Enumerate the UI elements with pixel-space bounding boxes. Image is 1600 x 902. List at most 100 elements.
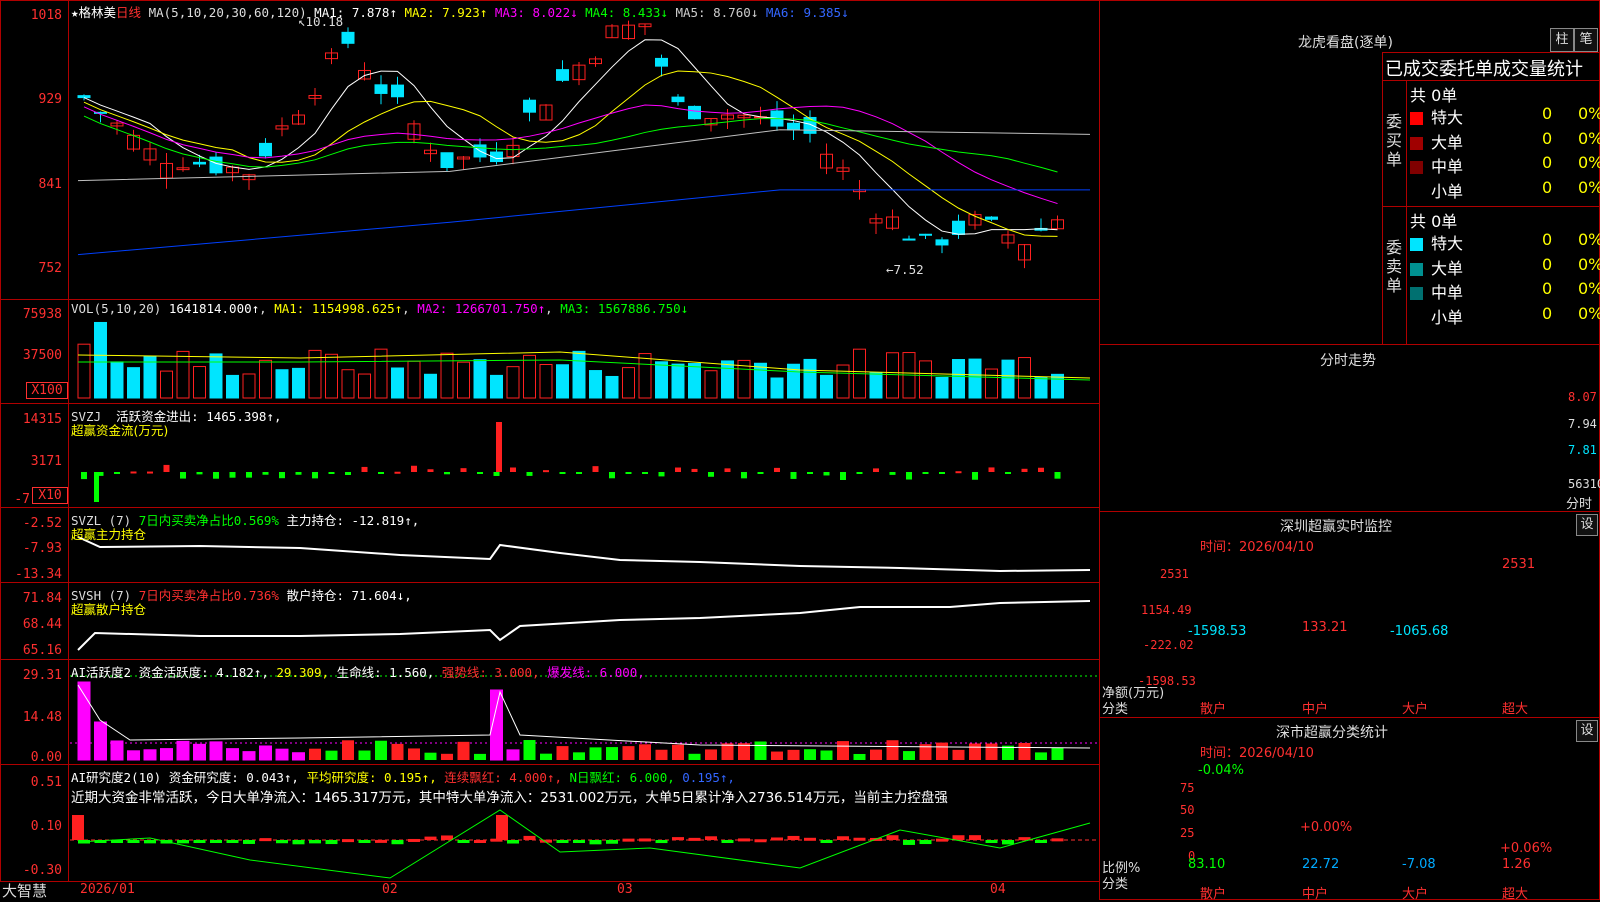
- svzj-bar: [163, 464, 170, 472]
- sc-settings-button[interactable]: 设: [1576, 720, 1598, 742]
- svzj-ytick: 14315: [22, 412, 62, 427]
- research-bar: [342, 839, 354, 843]
- svzj-bar: [856, 472, 863, 474]
- volume-bar: [803, 358, 817, 399]
- volume-bar: [886, 352, 899, 399]
- research-line: [77, 809, 1091, 879]
- vol-ma2: MA2: 1266701.750↑: [417, 301, 546, 316]
- sz-settings-button[interactable]: 设: [1576, 514, 1598, 536]
- ai1-label: AI活跃度2: [71, 665, 132, 680]
- ai2-ytick: 0.51: [30, 775, 62, 790]
- sz-date: 时间：2026/04/10: [1200, 540, 1314, 555]
- volume-bar: [704, 370, 718, 399]
- order-size-label: 大单: [1431, 132, 1464, 152]
- activity-bar: [375, 740, 387, 760]
- svzj-bar: [625, 472, 632, 474]
- svsh-desc2: 散户持仓: 71.604↓,: [286, 588, 412, 603]
- order-size-label: 中单: [1431, 157, 1464, 176]
- research-bar: [721, 840, 734, 843]
- ai1-v5: 爆发线: 6.000,: [547, 665, 645, 680]
- order-count: 0: [1542, 177, 1553, 197]
- order-count: 0: [1542, 153, 1553, 172]
- trade-view-button[interactable]: 笔: [1574, 28, 1598, 52]
- bar-view-button[interactable]: 柱: [1550, 28, 1574, 52]
- intraday-ytick: 7.81: [1568, 443, 1597, 457]
- svsh-sub: 超赢散户持仓: [71, 602, 147, 617]
- order-percent: 0%: [1578, 104, 1600, 123]
- volume-bar: [110, 361, 124, 399]
- volume-bar: [506, 366, 520, 399]
- research-spike: [496, 815, 508, 840]
- sc-change-label: +0.06%: [1500, 841, 1553, 856]
- candle-body: [391, 84, 404, 98]
- volume-bar: [836, 364, 850, 399]
- stock-name[interactable]: 格林美: [79, 5, 117, 20]
- activity-bar: [787, 749, 800, 760]
- svzj-bar: [1005, 472, 1011, 474]
- vol-header: VOL(5,10,20) 1641814.000↑, MA1: 1154998.…: [71, 301, 689, 316]
- chart-canvas[interactable]: [0, 0, 1100, 882]
- svzj-bar: [130, 471, 137, 474]
- activity-bar: [292, 752, 305, 761]
- sc-stats-panel[interactable]: [1099, 717, 1600, 900]
- activity-bar: [94, 721, 107, 761]
- volume-bar: [490, 374, 503, 399]
- volume-bar: [935, 376, 949, 399]
- candle-body: [77, 95, 91, 99]
- volume-bar: [556, 364, 569, 399]
- research-bar: [375, 839, 387, 843]
- svzj-bar: [757, 472, 764, 474]
- svzl-desc1: 7日内买卖净占比0.569%: [138, 513, 279, 528]
- ma2-value: 7.923↑: [442, 5, 488, 20]
- volume-bar: [622, 367, 635, 399]
- sell-row-2: 中单 0 0%: [1410, 279, 1600, 303]
- sc-date: 时间：2026/04/10: [1200, 746, 1314, 761]
- ai2-v4: N日飘红: 6.000,: [569, 770, 675, 785]
- svzj-spike: [496, 422, 502, 472]
- vol-unit: X100: [26, 382, 68, 399]
- sz-category-label: 超大: [1502, 702, 1529, 717]
- activity-line: [77, 684, 1091, 749]
- ma-label: MA(5,10,20,30,60,120): [148, 5, 307, 20]
- svzj-bar: [1038, 467, 1044, 472]
- svzj-bar: [675, 467, 681, 472]
- svzj-bar: [576, 472, 582, 474]
- order-size-label: 特大: [1431, 108, 1464, 127]
- svzj-unit: X10: [32, 487, 68, 504]
- research-bar: [457, 840, 470, 843]
- activity-bar: [589, 747, 602, 760]
- ma1-line: [83, 39, 1058, 235]
- svzj-bar: [988, 467, 995, 472]
- svzj-bar: [823, 472, 830, 476]
- candle-body: [671, 96, 685, 103]
- svzj-bar: [955, 471, 962, 474]
- research-bar: [688, 837, 701, 841]
- volume-bar: [869, 372, 883, 399]
- period-label[interactable]: 日线: [116, 5, 141, 20]
- research-bar: [276, 840, 288, 844]
- svzj-bar: [526, 472, 533, 476]
- intraday-ytick: 7.94: [1568, 417, 1597, 431]
- svsh-desc1: 7日内买卖净占比0.736%: [138, 588, 279, 603]
- sz-value-label: -1065.68: [1390, 624, 1449, 639]
- volume-bar: [539, 364, 553, 399]
- volume-bar: [671, 363, 685, 399]
- ai2-v3: 连续飘红: 4.000↑,: [444, 770, 562, 785]
- research-bar: [837, 836, 849, 840]
- svzj-bar: [510, 467, 516, 472]
- trade-stats-tab[interactable]: 已成交委托单成交量统计: [1385, 55, 1583, 81]
- ai2-v5: 0.195↑,: [682, 770, 735, 785]
- longhu-innerdivider: [1406, 80, 1407, 345]
- activity-bar: [804, 749, 816, 760]
- research-bar: [556, 840, 569, 843]
- volume-bar: [589, 370, 602, 399]
- svzj-bar: [477, 472, 483, 474]
- research-bar: [1035, 840, 1047, 843]
- volume-bar: [407, 360, 421, 399]
- research-bar: [1051, 838, 1064, 842]
- research-bar: [325, 840, 338, 845]
- volume-bar: [209, 353, 223, 399]
- candle-body: [935, 239, 949, 246]
- activity-bar: [342, 740, 354, 760]
- color-swatch: [1410, 287, 1423, 300]
